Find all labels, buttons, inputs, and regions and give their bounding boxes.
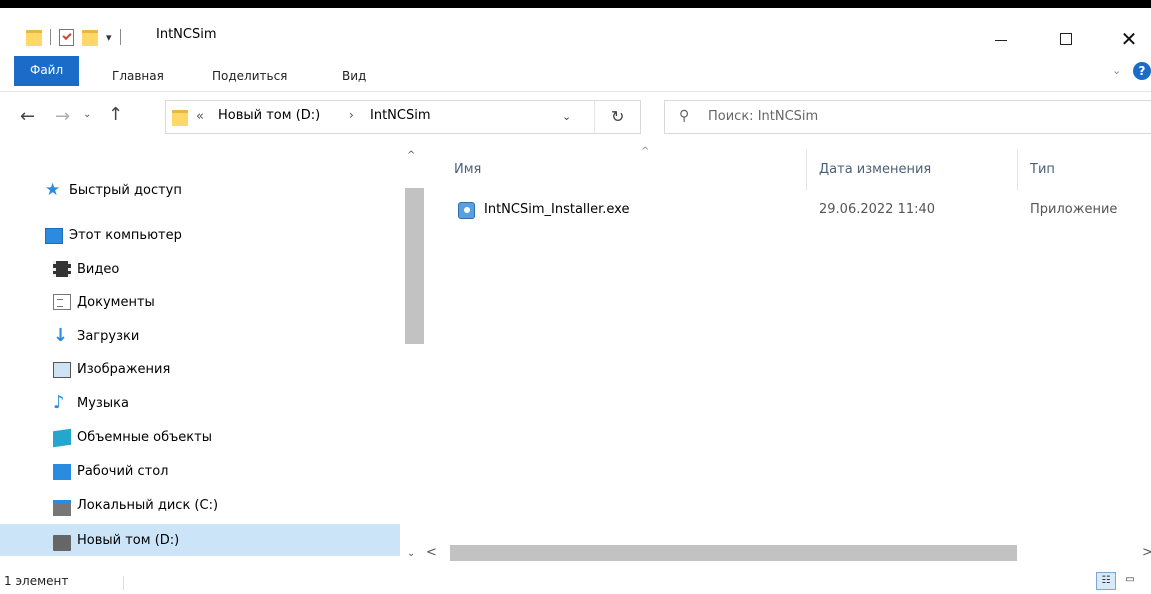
search-icon: ⚲ [679, 108, 690, 124]
nav-item-downloads[interactable]: ↓ Загрузки [0, 320, 400, 352]
column-header-type[interactable]: Тип [1030, 162, 1055, 177]
file-list-horizontal-scrollbar[interactable]: < > [426, 542, 1151, 564]
computer-icon [45, 228, 63, 244]
breadcrumb-separator-icon[interactable]: › [349, 108, 354, 122]
drive-d-icon [53, 535, 71, 551]
file-name: IntNCSim_Installer.exe [484, 202, 630, 217]
column-divider[interactable] [1017, 150, 1018, 190]
item-count: 1 элемент [4, 574, 69, 588]
properties-icon[interactable] [59, 28, 74, 46]
tab-file[interactable]: Файл [14, 56, 80, 86]
file-type: Приложение [1030, 202, 1118, 217]
search-input[interactable]: Поиск: IntNCSim [708, 109, 818, 124]
breadcrumb-intncsim[interactable]: IntNCSim [370, 108, 431, 123]
document-icon [53, 294, 71, 310]
help-icon[interactable]: ? [1133, 62, 1151, 80]
forward-button[interactable]: → [55, 106, 70, 127]
scroll-down-icon[interactable]: ⌄ [407, 548, 415, 559]
quick-access-toolbar: ▾ [26, 26, 129, 48]
nav-item-this-pc[interactable]: Этот компьютер [0, 219, 400, 251]
breadcrumb-drive-d[interactable]: Новый том (D:) [218, 108, 320, 123]
exe-icon [458, 202, 475, 219]
nav-item-label: Изображения [77, 361, 171, 377]
toolbar-divider [119, 29, 121, 45]
window-top-edge [0, 0, 1151, 8]
navigation-bar: ← → ⌄ ↑ « Новый том (D:) › IntNCSim ⌄ ↻ … [0, 92, 1151, 142]
nav-item-label: Объемные объекты [77, 429, 212, 445]
ribbon-tabs: Файл Главная Поделиться Вид ⌄ ? [0, 56, 1151, 92]
toolbar-divider [50, 29, 51, 45]
nav-item-label: Быстрый доступ [69, 182, 182, 198]
nav-item-label: Локальный диск (C:) [77, 497, 219, 513]
nav-item-label: Новый том (D:) [77, 532, 180, 548]
address-bar[interactable]: « Новый том (D:) › IntNCSim ⌄ ↻ [165, 100, 641, 134]
picture-icon [53, 362, 71, 378]
tab-home[interactable]: Главная [100, 64, 176, 88]
status-divider [123, 576, 124, 590]
back-button[interactable]: ← [20, 106, 35, 127]
nav-item-label: Этот компьютер [69, 227, 182, 243]
up-button[interactable]: ↑ [108, 104, 123, 125]
desktop-icon [53, 464, 71, 480]
nav-item-label: Видео [77, 261, 120, 277]
column-header-date-modified[interactable]: Дата изменения [819, 162, 931, 177]
explorer-window: ▾ IntNCSim ✕ Файл Главная Поделиться Вид… [0, 0, 1151, 594]
folder-icon [172, 108, 188, 126]
new-folder-icon[interactable] [82, 28, 98, 46]
window-title: IntNCSim [156, 27, 217, 42]
nav-item-pictures[interactable]: Изображения [0, 353, 400, 385]
refresh-button[interactable]: ↻ [611, 107, 624, 126]
nav-item-videos[interactable]: Видео [0, 253, 400, 285]
column-divider[interactable] [806, 150, 807, 190]
download-icon: ↓ [53, 325, 69, 346]
nav-item-drive-c[interactable]: Локальный диск (C:) [0, 489, 400, 521]
nav-item-label: Загрузки [77, 328, 140, 344]
nav-item-music[interactable]: ♪ Музыка [0, 387, 400, 419]
scroll-right-icon[interactable]: > [1142, 545, 1151, 560]
overflow-chevron-icon[interactable]: « [196, 109, 204, 124]
status-bar: 1 элемент ☷ ▭ [0, 570, 1151, 594]
nav-item-3d-objects[interactable]: Объемные объекты [0, 421, 400, 453]
scroll-up-icon[interactable]: ^ [407, 150, 415, 161]
film-icon [53, 261, 71, 277]
minimize-icon [995, 39, 1007, 41]
scroll-thumb[interactable] [450, 545, 1017, 561]
nav-item-label: Рабочий стол [77, 463, 169, 479]
sort-indicator-icon: ^ [641, 146, 650, 157]
scroll-thumb[interactable] [405, 188, 424, 344]
navigation-pane: ★ Быстрый доступ Этот компьютер Видео До… [0, 142, 400, 570]
file-list: ^ Имя Дата изменения Тип IntNCSim_Instal… [426, 142, 1151, 542]
drive-c-icon [53, 499, 71, 516]
tab-share[interactable]: Поделиться [200, 64, 299, 88]
nav-item-quick-access[interactable]: ★ Быстрый доступ [0, 174, 400, 206]
nav-item-drive-d[interactable]: Новый том (D:) [0, 524, 400, 556]
nav-item-desktop[interactable]: Рабочий стол [0, 455, 400, 487]
scroll-left-icon[interactable]: < [426, 545, 437, 560]
file-date-modified: 29.06.2022 11:40 [819, 202, 936, 217]
column-header-name[interactable]: Имя [454, 162, 481, 177]
customize-toolbar-button[interactable]: ▾ [106, 31, 112, 44]
star-icon: ★ [45, 180, 61, 200]
nav-item-label: Документы [77, 294, 155, 310]
expand-ribbon-icon[interactable]: ⌄ [1112, 64, 1121, 77]
title-bar: ▾ IntNCSim ✕ [0, 8, 1151, 56]
nav-item-documents[interactable]: Документы [0, 286, 400, 318]
large-icons-view-button[interactable]: ▭ [1120, 572, 1140, 590]
3d-objects-icon [53, 428, 71, 447]
address-history-dropdown[interactable]: ⌄ [562, 110, 571, 123]
maximize-icon [1060, 33, 1072, 45]
nav-pane-scrollbar[interactable]: ^ ⌄ [400, 142, 426, 570]
tab-view[interactable]: Вид [330, 64, 378, 88]
search-box[interactable]: ⚲ Поиск: IntNCSim [664, 100, 1151, 134]
recent-locations-button[interactable]: ⌄ [83, 109, 91, 120]
details-view-button[interactable]: ☷ [1096, 572, 1116, 590]
nav-item-label: Музыка [77, 395, 129, 411]
address-divider [594, 101, 595, 133]
file-row[interactable]: IntNCSim_Installer.exe 29.06.2022 11:40 … [448, 198, 1151, 222]
folder-icon [26, 28, 42, 46]
music-icon: ♪ [53, 392, 65, 413]
